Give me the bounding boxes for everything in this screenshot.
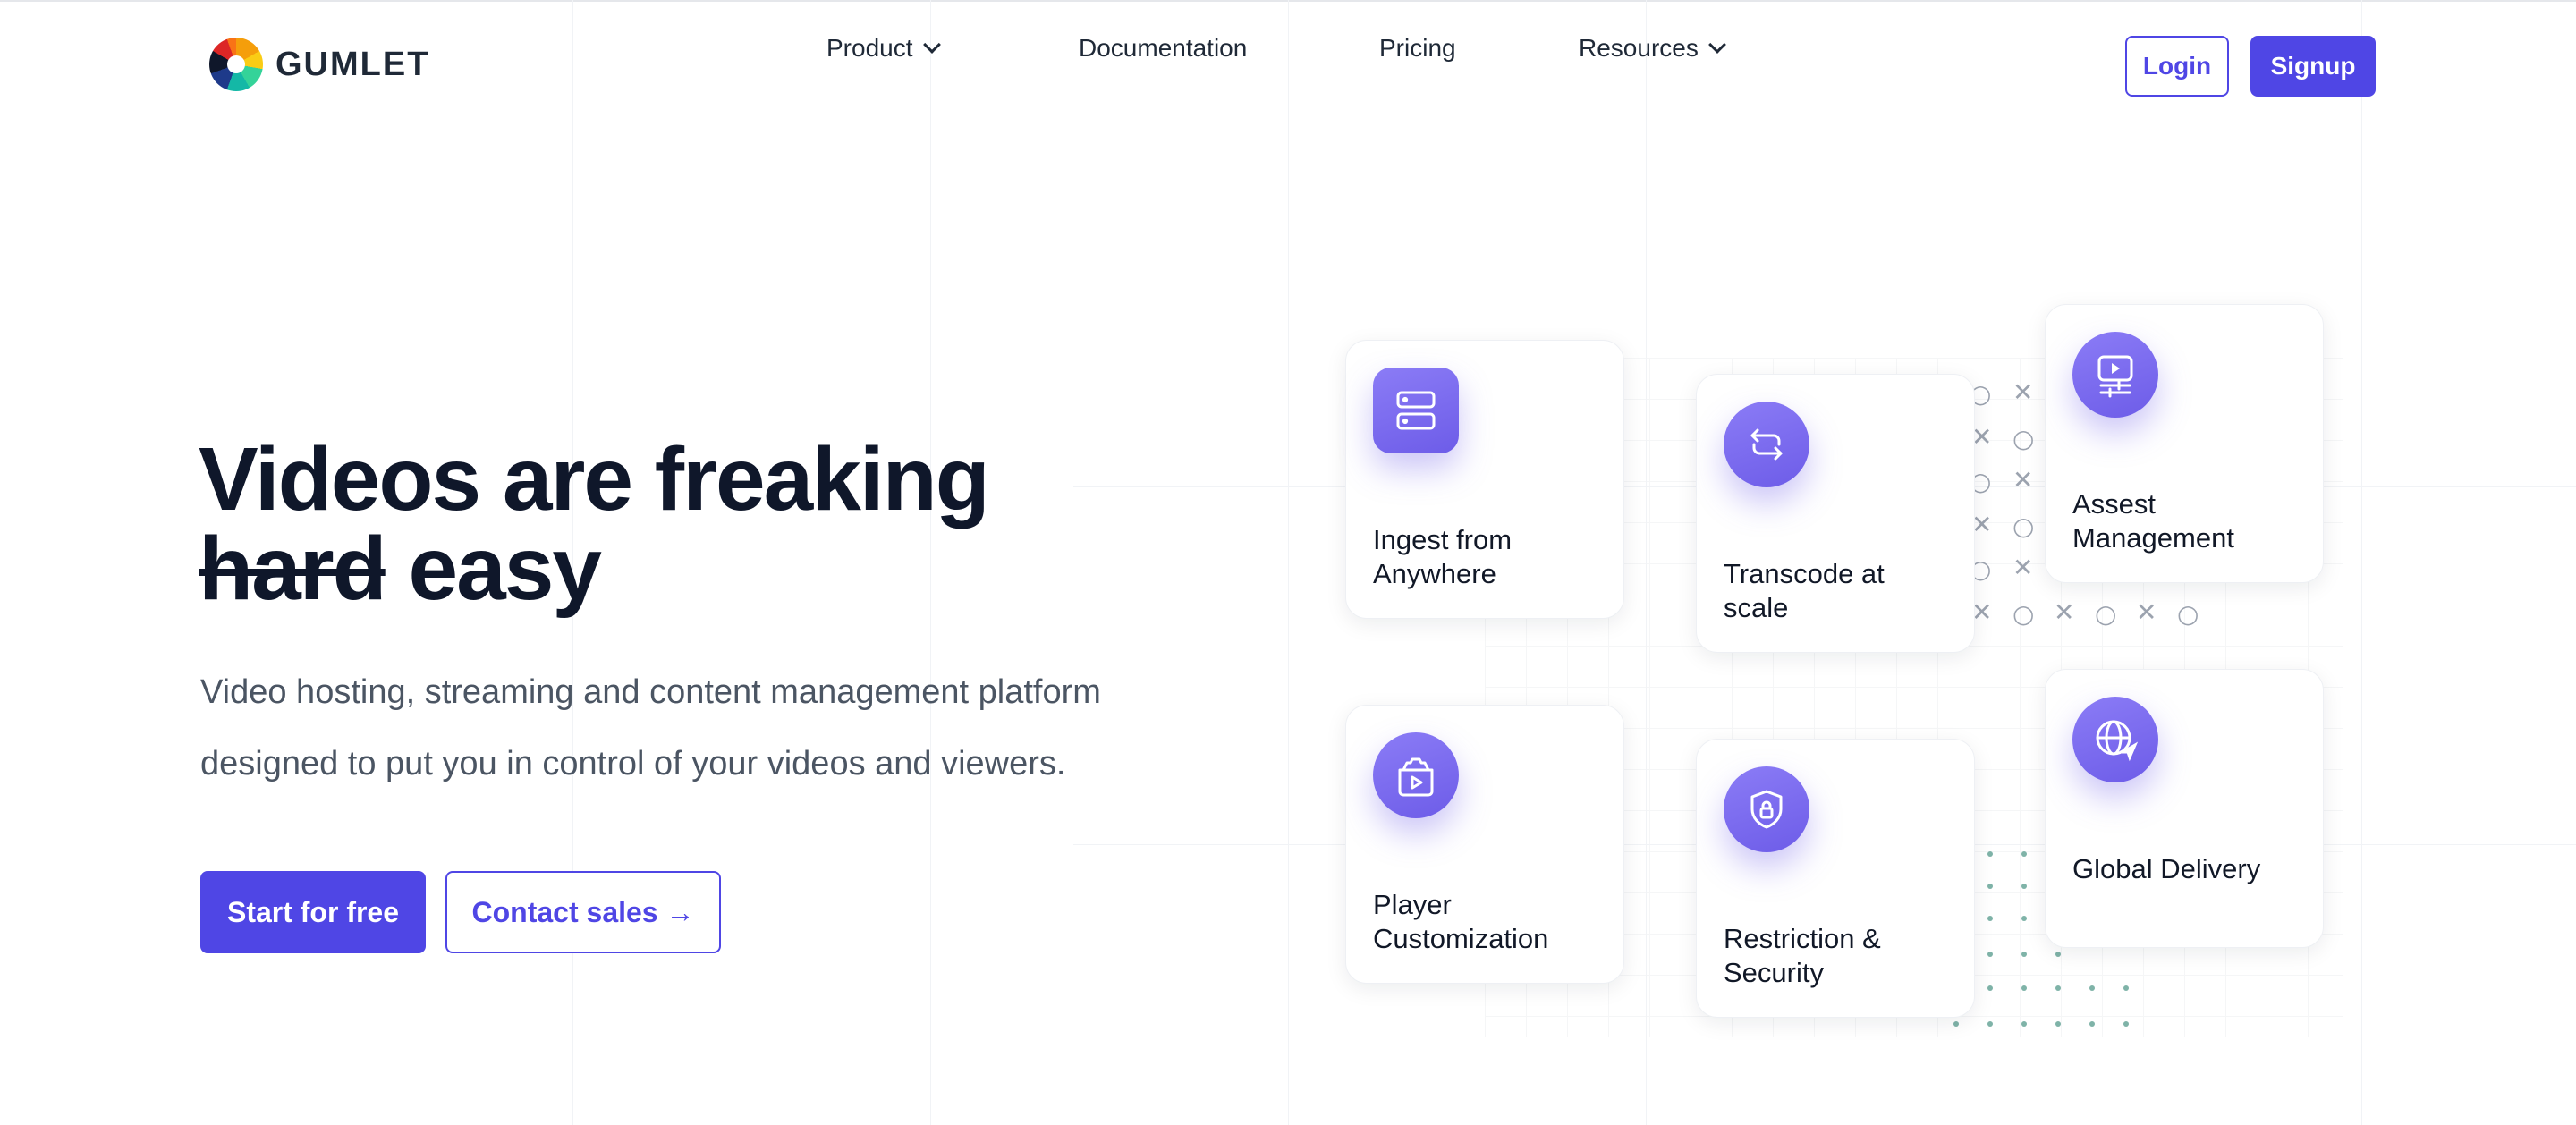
hero-title: Videos are freaking hard easy: [199, 435, 1272, 613]
cross-icon: ✕: [2136, 597, 2157, 627]
feature-label: Transcode at scale: [1724, 558, 1885, 623]
contact-sales-button[interactable]: Contact sales →: [445, 871, 721, 953]
dot: [2021, 851, 2027, 857]
feature-card-asset-management[interactable]: Assest Management: [2045, 304, 2324, 583]
dot: [1987, 884, 1993, 889]
hero-title-strike: hard: [199, 519, 387, 619]
dot: [2021, 952, 2027, 957]
dot: [2055, 1021, 2061, 1027]
circle-icon: ○: [2095, 599, 2117, 629]
feature-label: Player Customization: [1373, 889, 1549, 954]
nav-item-product[interactable]: Product: [826, 34, 941, 63]
circle-icon: ○: [2177, 599, 2199, 629]
dot: [2021, 884, 2027, 889]
chevron-down-icon: [922, 36, 941, 54]
shield-lock-icon: [1724, 766, 1809, 852]
login-button[interactable]: Login: [2125, 36, 2229, 97]
server-icon: [1373, 368, 1459, 453]
signup-button[interactable]: Signup: [2250, 36, 2376, 97]
dot: [2089, 1021, 2095, 1027]
player-gear-icon: [1373, 732, 1459, 818]
bg-grid-line: [1288, 0, 1289, 1125]
repeat-arrows-icon: [1724, 402, 1809, 487]
hero-title-line1: Videos are freaking: [199, 429, 990, 529]
bg-grid-line: [2361, 0, 2362, 1125]
dot: [2021, 916, 2027, 921]
nav-item-documentation[interactable]: Documentation: [1079, 34, 1247, 63]
dot: [2021, 985, 2027, 991]
dot: [2055, 952, 2061, 957]
circle-icon: ○: [2012, 599, 2035, 629]
feature-label: Assest Management: [2072, 488, 2234, 554]
cross-icon: ✕: [2054, 597, 2075, 627]
feature-card-restriction-security[interactable]: Restriction & Security: [1696, 739, 1975, 1018]
feature-card-global-delivery[interactable]: Global Delivery: [2045, 669, 2324, 948]
feature-label: Global Delivery: [2072, 853, 2261, 884]
circle-icon: ○: [2012, 512, 2035, 541]
circle-icon: ○: [2012, 424, 2035, 453]
nav-item-label: Pricing: [1379, 34, 1456, 62]
logo-text: GUMLET: [275, 45, 430, 83]
dot: [1987, 851, 1993, 857]
cross-icon: ✕: [2012, 465, 2034, 495]
dot: [2123, 985, 2129, 991]
feature-card-ingest[interactable]: Ingest from Anywhere: [1345, 340, 1624, 619]
dot: [2089, 985, 2095, 991]
feature-label: Ingest from Anywhere: [1373, 524, 1513, 589]
hero-title-end: easy: [408, 519, 602, 619]
feature-card-player-customization[interactable]: Player Customization: [1345, 705, 1624, 984]
dot: [2021, 1021, 2027, 1027]
dot: [1987, 916, 1993, 921]
feature-label: Restriction & Security: [1724, 923, 1881, 988]
dot: [2055, 985, 2061, 991]
nav-item-pricing[interactable]: Pricing: [1379, 34, 1456, 63]
gumlet-logo[interactable]: GUMLET: [209, 38, 429, 91]
start-for-free-button[interactable]: Start for free: [200, 871, 426, 953]
feature-card-transcode[interactable]: Transcode at scale: [1696, 374, 1975, 653]
hero-subtitle: Video hosting, streaming and content man…: [200, 673, 1101, 782]
dot: [2123, 1021, 2129, 1027]
nav-item-resources[interactable]: Resources: [1579, 34, 1726, 63]
video-settings-icon: [2072, 332, 2158, 418]
chevron-down-icon: [1707, 36, 1726, 54]
gumlet-logo-icon: [209, 38, 263, 91]
dot: [1987, 952, 1993, 957]
nav-item-label: Resources: [1579, 34, 1699, 62]
dot: [1987, 985, 1993, 991]
dot: [1987, 1021, 1993, 1027]
nav-item-label: Documentation: [1079, 34, 1248, 62]
nav-item-label: Product: [826, 34, 913, 62]
globe-send-icon: [2072, 697, 2158, 782]
cross-icon: ✕: [2012, 553, 2034, 582]
dot: [1953, 1021, 1959, 1027]
cross-icon: ✕: [2012, 377, 2034, 407]
